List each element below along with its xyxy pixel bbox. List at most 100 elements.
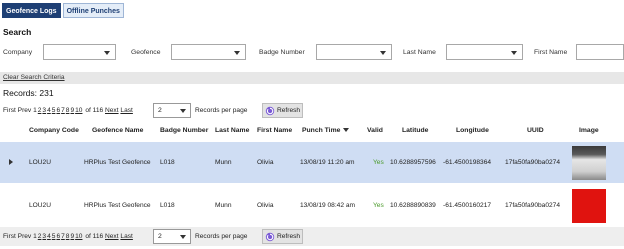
records-per-page-label: Records per page bbox=[195, 107, 248, 114]
badge-number-select[interactable] bbox=[316, 44, 392, 60]
refresh-button[interactable]: Refresh bbox=[262, 103, 303, 118]
page-size-select[interactable]: 2 bbox=[153, 103, 191, 118]
col-image: Image bbox=[579, 127, 599, 134]
pager-page-5[interactable]: 5 bbox=[52, 107, 56, 114]
pager-page-8[interactable]: 8 bbox=[66, 107, 70, 114]
pager-bottom: First Prev 12345678910 of 116 Next Last … bbox=[0, 227, 624, 246]
refresh-label: Refresh bbox=[277, 107, 301, 114]
search-title: Search bbox=[3, 27, 32, 37]
table-row[interactable]: LOU2U HRPlus Test Geofence L018 Munn Oli… bbox=[0, 185, 624, 226]
pager-page-2[interactable]: 2 bbox=[38, 233, 42, 240]
pager-last[interactable]: Last bbox=[120, 233, 132, 240]
table-row[interactable]: LOU2U HRPlus Test Geofence L018 Munn Oli… bbox=[0, 142, 624, 183]
tab-geofence-logs[interactable]: Geofence Logs bbox=[2, 3, 61, 18]
table-header: Company Code Geofence Name Badge Number … bbox=[0, 121, 624, 141]
col-longitude[interactable]: Longitude bbox=[456, 127, 489, 134]
tab-offline-punches[interactable]: Offline Punches bbox=[62, 3, 124, 18]
records-per-page-label: Records per page bbox=[195, 233, 248, 240]
refresh-button[interactable]: Refresh bbox=[262, 229, 303, 244]
cell-geofence-name: HRPlus Test Geofence bbox=[84, 159, 151, 166]
last-name-label: Last Name bbox=[403, 49, 436, 56]
col-company-code[interactable]: Company Code bbox=[29, 127, 79, 134]
first-name-label: First Name bbox=[534, 49, 568, 56]
pager-page-10[interactable]: 10 bbox=[75, 107, 82, 114]
pager-first[interactable]: First bbox=[3, 107, 16, 114]
col-badge-number[interactable]: Badge Number bbox=[160, 127, 208, 134]
pager-page-1[interactable]: 1 bbox=[33, 233, 37, 240]
badge-number-label: Badge Number bbox=[259, 49, 305, 56]
cell-last-name: Munn bbox=[215, 202, 232, 209]
pager-prev[interactable]: Prev bbox=[18, 233, 32, 240]
chevron-down-icon bbox=[380, 51, 386, 55]
company-select[interactable] bbox=[43, 44, 116, 60]
pager-page-1[interactable]: 1 bbox=[33, 107, 37, 114]
cell-longitude: -61.4500198364 bbox=[443, 159, 492, 166]
pager-page-9[interactable]: 9 bbox=[70, 107, 74, 114]
geofence-select[interactable] bbox=[171, 44, 246, 60]
cell-company-code: LOU2U bbox=[29, 202, 51, 209]
col-first-name[interactable]: First Name bbox=[257, 127, 292, 134]
pager-prev[interactable]: Prev bbox=[18, 107, 32, 114]
expand-row-icon[interactable] bbox=[9, 159, 13, 165]
chevron-down-icon bbox=[234, 51, 240, 55]
pager-next[interactable]: Next bbox=[105, 233, 119, 240]
col-geofence-name[interactable]: Geofence Name bbox=[92, 127, 143, 134]
cell-uuid: 17fa50fa90ba0274 bbox=[505, 202, 561, 209]
chevron-down-icon bbox=[180, 235, 186, 239]
cell-punch-time: 13/08/19 08:42 am bbox=[300, 202, 355, 209]
pager-page-4[interactable]: 4 bbox=[47, 233, 51, 240]
tab-bar: Geofence Logs Offline Punches bbox=[2, 3, 124, 18]
first-name-input[interactable] bbox=[576, 44, 624, 60]
pager-of-total: of 116 bbox=[85, 233, 104, 240]
pager-page-2[interactable]: 2 bbox=[38, 107, 42, 114]
last-name-select[interactable] bbox=[446, 44, 523, 60]
pager-page-7[interactable]: 7 bbox=[61, 107, 65, 114]
page-size-value: 2 bbox=[158, 107, 162, 114]
page-size-select[interactable]: 2 bbox=[153, 229, 191, 244]
cell-geofence-name: HRPlus Test Geofence bbox=[84, 202, 151, 209]
pager-top: First Prev 12345678910 of 116 Next Last … bbox=[0, 101, 624, 120]
cell-company-code: LOU2U bbox=[29, 159, 51, 166]
clear-search-criteria-link[interactable]: Clear Search Criteria bbox=[3, 74, 65, 81]
chevron-down-icon bbox=[104, 51, 110, 55]
cell-first-name: Olivia bbox=[257, 202, 274, 209]
cell-first-name: Olivia bbox=[257, 159, 274, 166]
page-size-value: 2 bbox=[158, 233, 162, 240]
company-label: Company bbox=[3, 49, 33, 56]
col-punch-time[interactable]: Punch Time bbox=[302, 127, 350, 134]
pager-page-9[interactable]: 9 bbox=[70, 233, 74, 240]
punch-photo-thumbnail[interactable] bbox=[572, 189, 606, 223]
search-filters: Company Geofence Badge Number Last Name … bbox=[0, 40, 624, 64]
pager-last[interactable]: Last bbox=[120, 107, 132, 114]
pager-page-5[interactable]: 5 bbox=[52, 233, 56, 240]
pager-next[interactable]: Next bbox=[105, 107, 119, 114]
records-count: Records: 231 bbox=[3, 88, 54, 98]
pager-page-8[interactable]: 8 bbox=[66, 233, 70, 240]
refresh-icon bbox=[265, 232, 275, 242]
chevron-down-icon bbox=[180, 109, 186, 113]
cell-uuid: 17fa50fa90ba0274 bbox=[505, 159, 561, 166]
punch-photo-thumbnail[interactable] bbox=[572, 146, 606, 180]
pager-of-total: of 116 bbox=[85, 107, 104, 114]
cell-punch-time: 13/08/19 11:20 am bbox=[300, 159, 355, 166]
chevron-down-icon bbox=[511, 51, 517, 55]
cell-last-name: Munn bbox=[215, 159, 232, 166]
pager-first[interactable]: First bbox=[3, 233, 16, 240]
cell-badge-number: L018 bbox=[160, 202, 175, 209]
col-uuid[interactable]: UUID bbox=[527, 127, 544, 134]
pager-page-6[interactable]: 6 bbox=[56, 233, 60, 240]
pager-page-10[interactable]: 10 bbox=[75, 233, 82, 240]
geofence-label: Geofence bbox=[131, 49, 161, 56]
pager-page-6[interactable]: 6 bbox=[56, 107, 60, 114]
pager-page-4[interactable]: 4 bbox=[47, 107, 51, 114]
cell-latitude: 10.6288890839 bbox=[390, 202, 436, 209]
cell-longitude: -61.4500160217 bbox=[443, 202, 492, 209]
col-last-name[interactable]: Last Name bbox=[215, 127, 249, 134]
col-latitude[interactable]: Latitude bbox=[402, 127, 428, 134]
cell-valid: Yes bbox=[373, 159, 384, 166]
refresh-label: Refresh bbox=[277, 233, 301, 240]
col-valid[interactable]: Valid bbox=[367, 127, 383, 134]
pager-page-7[interactable]: 7 bbox=[61, 233, 65, 240]
pager-page-3[interactable]: 3 bbox=[42, 107, 46, 114]
pager-page-3[interactable]: 3 bbox=[42, 233, 46, 240]
